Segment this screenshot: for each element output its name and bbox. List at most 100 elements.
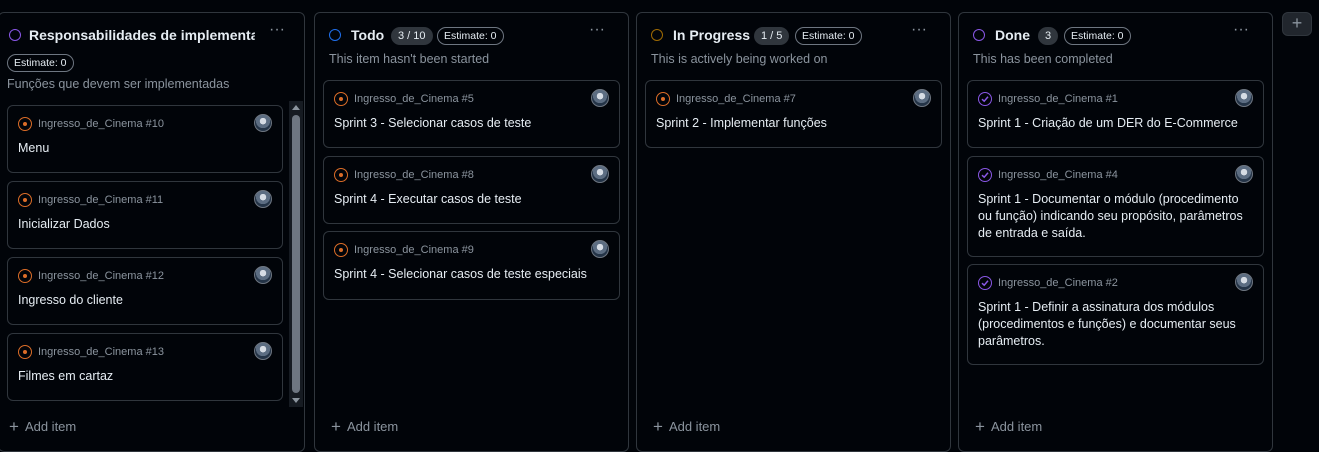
column-description: This is actively being worked on bbox=[651, 52, 828, 66]
issue-title[interactable]: Sprint 4 - Executar casos de teste bbox=[334, 191, 609, 208]
column-title[interactable]: In Progress bbox=[673, 27, 750, 43]
avatar[interactable] bbox=[1235, 273, 1253, 291]
issue-reference[interactable]: Ingresso_de_Cinema #11 bbox=[38, 194, 163, 206]
issue-card[interactable]: Ingresso_de_Cinema #11 Inicializar Dados bbox=[7, 181, 283, 249]
issue-title[interactable]: Sprint 2 - Implementar funções bbox=[656, 115, 931, 132]
add-item-button[interactable]: + Add item bbox=[9, 417, 76, 437]
column-todo: Todo 3 / 10 Estimate: 0 ··· This item ha… bbox=[314, 12, 629, 452]
issue-reference[interactable]: Ingresso_de_Cinema #10 bbox=[38, 118, 164, 130]
column-more-icon[interactable]: ··· bbox=[1229, 22, 1253, 38]
issue-card[interactable]: Ingresso_de_Cinema #13 Filmes em cartaz bbox=[7, 333, 283, 401]
issue-card[interactable]: Ingresso_de_Cinema #12 Ingresso do clien… bbox=[7, 257, 283, 325]
column-done: Done 3 Estimate: 0 ··· This has been com… bbox=[958, 12, 1273, 452]
issue-open-icon bbox=[334, 243, 348, 257]
column-more-icon[interactable]: ··· bbox=[265, 22, 289, 38]
add-column-button[interactable]: + bbox=[1282, 12, 1312, 36]
scroll-up-arrow-icon[interactable] bbox=[292, 105, 300, 110]
issue-card[interactable]: Ingresso_de_Cinema #9 Sprint 4 - Selecio… bbox=[323, 231, 620, 300]
status-circle-icon bbox=[9, 29, 21, 41]
column-title[interactable]: Done bbox=[995, 27, 1030, 43]
scrollbar[interactable] bbox=[289, 101, 303, 407]
issue-title[interactable]: Inicializar Dados bbox=[18, 216, 272, 233]
issue-reference[interactable]: Ingresso_de_Cinema #7 bbox=[676, 93, 796, 105]
issue-reference[interactable]: Ingresso_de_Cinema #13 bbox=[38, 346, 164, 358]
avatar[interactable] bbox=[254, 342, 272, 360]
column-description: This has been completed bbox=[973, 52, 1113, 66]
issue-card[interactable]: Ingresso_de_Cinema #5 Sprint 3 - Selecio… bbox=[323, 80, 620, 148]
issue-title[interactable]: Sprint 4 - Selecionar casos de teste esp… bbox=[334, 266, 609, 283]
plus-icon: + bbox=[653, 417, 663, 436]
add-item-label: Add item bbox=[24, 419, 77, 434]
column-more-icon[interactable]: ··· bbox=[907, 22, 931, 38]
item-count-badge: 3 bbox=[1038, 27, 1059, 45]
issue-open-icon bbox=[334, 92, 348, 106]
estimate-badge: Estimate: 0 bbox=[437, 27, 504, 45]
avatar[interactable] bbox=[591, 89, 609, 107]
avatar[interactable] bbox=[1235, 165, 1253, 183]
issue-open-icon bbox=[18, 117, 32, 131]
issue-closed-icon bbox=[978, 168, 992, 182]
issue-title[interactable]: Sprint 3 - Selecionar casos de teste bbox=[334, 115, 609, 132]
issue-reference[interactable]: Ingresso_de_Cinema #12 bbox=[38, 270, 164, 282]
avatar[interactable] bbox=[1235, 89, 1253, 107]
issue-open-icon bbox=[18, 345, 32, 359]
issue-card[interactable]: Ingresso_de_Cinema #10 Menu bbox=[7, 105, 283, 173]
status-circle-icon bbox=[329, 29, 341, 41]
issue-card[interactable]: Ingresso_de_Cinema #4 Sprint 1 - Documen… bbox=[967, 156, 1264, 257]
issue-open-icon bbox=[18, 269, 32, 283]
column-header: Responsabilidades de implementação ··· E… bbox=[0, 13, 304, 91]
plus-icon: + bbox=[331, 417, 341, 436]
issue-open-icon bbox=[656, 92, 670, 106]
avatar[interactable] bbox=[913, 89, 931, 107]
item-count-badge: 3 / 10 bbox=[391, 27, 433, 45]
avatar[interactable] bbox=[254, 114, 272, 132]
column-header: In Progress 1 / 5 Estimate: 0 ··· This i… bbox=[637, 13, 950, 77]
column-description: This item hasn't been started bbox=[329, 52, 490, 66]
status-circle-icon bbox=[651, 29, 663, 41]
issue-title[interactable]: Sprint 1 - Criação de um DER do E-Commer… bbox=[978, 115, 1253, 132]
column-title[interactable]: Todo bbox=[351, 27, 384, 43]
add-item-label: Add item bbox=[668, 419, 721, 434]
estimate-badge: Estimate: 0 bbox=[1064, 27, 1131, 45]
estimate-badge: Estimate: 0 bbox=[795, 27, 862, 45]
add-item-button[interactable]: + Add item bbox=[653, 417, 720, 437]
issue-closed-icon bbox=[978, 276, 992, 290]
column-header: Done 3 Estimate: 0 ··· This has been com… bbox=[959, 13, 1272, 77]
issue-reference[interactable]: Ingresso_de_Cinema #5 bbox=[354, 93, 474, 105]
issue-title[interactable]: Filmes em cartaz bbox=[18, 368, 272, 385]
add-item-button[interactable]: + Add item bbox=[975, 417, 1042, 437]
estimate-badge: Estimate: 0 bbox=[7, 54, 74, 72]
issue-title[interactable]: Menu bbox=[18, 140, 272, 157]
issue-open-icon bbox=[18, 193, 32, 207]
issue-title[interactable]: Sprint 1 - Definir a assinatura dos módu… bbox=[978, 299, 1253, 350]
issue-reference[interactable]: Ingresso_de_Cinema #8 bbox=[354, 169, 474, 181]
column-more-icon[interactable]: ··· bbox=[585, 22, 609, 38]
avatar[interactable] bbox=[591, 165, 609, 183]
issue-reference[interactable]: Ingresso_de_Cinema #2 bbox=[998, 277, 1118, 289]
issue-reference[interactable]: Ingresso_de_Cinema #9 bbox=[354, 244, 474, 256]
column-in-progress: In Progress 1 / 5 Estimate: 0 ··· This i… bbox=[636, 12, 951, 452]
status-circle-icon bbox=[973, 29, 985, 41]
issue-title[interactable]: Sprint 1 - Documentar o módulo (procedim… bbox=[978, 191, 1253, 242]
issue-title[interactable]: Ingresso do cliente bbox=[18, 292, 272, 309]
add-item-button[interactable]: + Add item bbox=[331, 417, 398, 437]
avatar[interactable] bbox=[591, 240, 609, 258]
plus-icon: + bbox=[975, 417, 985, 436]
column-description: Funções que devem ser implementadas bbox=[7, 77, 230, 91]
issue-closed-icon bbox=[978, 92, 992, 106]
issue-card[interactable]: Ingresso_de_Cinema #7 Sprint 2 - Impleme… bbox=[645, 80, 942, 148]
item-count-badge: 1 / 5 bbox=[754, 27, 790, 45]
scrollbar-thumb[interactable] bbox=[292, 115, 300, 393]
issue-card[interactable]: Ingresso_de_Cinema #2 Sprint 1 - Definir… bbox=[967, 264, 1264, 365]
avatar[interactable] bbox=[254, 266, 272, 284]
add-item-label: Add item bbox=[990, 419, 1043, 434]
column-title[interactable]: Responsabilidades de implementação bbox=[29, 27, 255, 43]
issue-reference[interactable]: Ingresso_de_Cinema #4 bbox=[998, 169, 1118, 181]
column-responsabilidades: Responsabilidades de implementação ··· E… bbox=[0, 12, 305, 452]
avatar[interactable] bbox=[254, 190, 272, 208]
issue-card[interactable]: Ingresso_de_Cinema #1 Sprint 1 - Criação… bbox=[967, 80, 1264, 148]
scroll-down-arrow-icon[interactable] bbox=[292, 398, 300, 403]
issue-reference[interactable]: Ingresso_de_Cinema #1 bbox=[998, 93, 1118, 105]
column-header: Todo 3 / 10 Estimate: 0 ··· This item ha… bbox=[315, 13, 628, 77]
issue-card[interactable]: Ingresso_de_Cinema #8 Sprint 4 - Executa… bbox=[323, 156, 620, 224]
